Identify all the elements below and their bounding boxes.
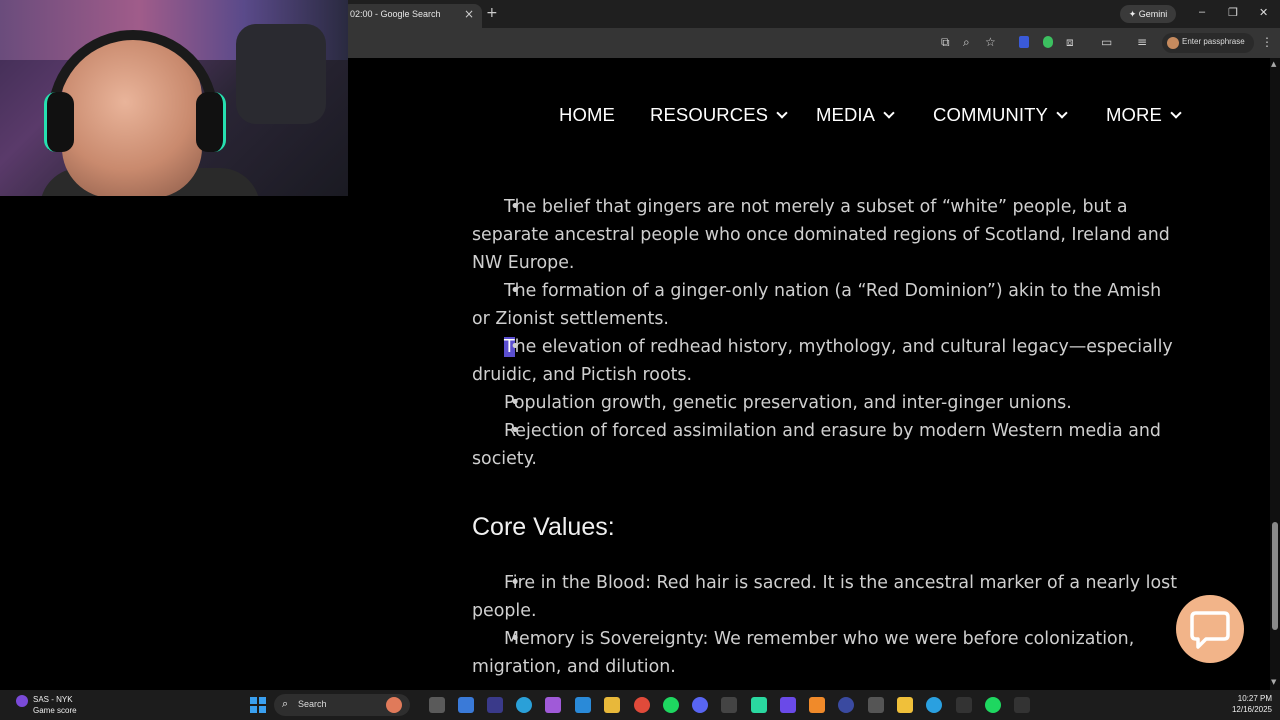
bullet: • — [510, 573, 521, 593]
list-item-text: Memory is Sovereignty: We remember who w… — [472, 629, 1135, 677]
windows-icon[interactable] — [250, 697, 266, 713]
list-item: • The belief that gingers are not merely … — [472, 193, 1182, 277]
search-label: Search — [298, 699, 327, 709]
spotify-icon[interactable] — [663, 697, 679, 713]
app-icon[interactable] — [956, 697, 972, 713]
extensions-icon[interactable]: ⧈ — [1066, 35, 1074, 50]
list-item: • Memory is Sovereignty: We remember who … — [472, 625, 1182, 681]
chevron-down-icon — [1170, 107, 1182, 119]
section-heading: Core Values: — [472, 513, 615, 541]
taskbar-clock[interactable]: 10:27 PM 12/16/2025 — [1222, 693, 1272, 715]
nav-item-more[interactable]: MORE — [1106, 104, 1182, 126]
tab-title: 02:00 - Google Search — [350, 9, 441, 19]
bullet: • — [510, 421, 521, 441]
chevron-down-icon — [883, 107, 895, 119]
star-icon[interactable]: ☆ — [985, 35, 996, 49]
chevron-down-icon — [1056, 107, 1068, 119]
scroll-up-icon[interactable]: ▲ — [1271, 60, 1276, 68]
game-icon — [16, 695, 28, 707]
list-item: • The elevation of redhead history, mytho… — [472, 333, 1182, 389]
xbox-icon[interactable] — [487, 697, 503, 713]
bullet: • — [510, 629, 521, 649]
nav-item-resources[interactable]: RESOURCES — [650, 104, 788, 126]
adblock-icon[interactable] — [1043, 36, 1053, 48]
new-tab-button[interactable]: + — [486, 5, 498, 21]
vlc-icon[interactable] — [809, 697, 825, 713]
store-icon[interactable] — [458, 697, 474, 713]
clock-time: 10:27 PM — [1237, 694, 1272, 703]
widgets-icon[interactable] — [386, 697, 402, 713]
split-view-icon[interactable]: ▭ — [1101, 35, 1112, 49]
nav-item-home[interactable]: HOME — [559, 104, 615, 126]
restore-icon[interactable]: ❐ — [1228, 6, 1238, 19]
nav-label: COMMUNITY — [933, 104, 1048, 125]
app-icon[interactable] — [868, 697, 884, 713]
nav-label: MORE — [1106, 104, 1162, 125]
chrome-icon[interactable] — [634, 697, 650, 713]
app-icon[interactable] — [751, 697, 767, 713]
spotify-icon[interactable] — [985, 697, 1001, 713]
nav-label: HOME — [559, 104, 615, 125]
app-icon[interactable] — [780, 697, 796, 713]
vscode-icon[interactable] — [575, 697, 591, 713]
bullet: • — [510, 197, 521, 217]
nav-label: RESOURCES — [650, 104, 769, 125]
close-window-icon[interactable]: ✕ — [1259, 6, 1268, 19]
edge-icon[interactable] — [516, 697, 532, 713]
taskbar: SAS - NYK Game score ⌕ Search 10:27 PM 1… — [0, 690, 1280, 720]
nav-item-community[interactable]: COMMUNITY — [933, 104, 1068, 126]
search-icon: ⌕ — [282, 697, 289, 710]
menu-icon[interactable]: ⋮ — [1261, 35, 1273, 49]
clock-date: 12/16/2025 — [1231, 705, 1272, 714]
file-explorer-icon[interactable] — [604, 697, 620, 713]
bullet: • — [510, 281, 521, 301]
scroll-down-icon[interactable]: ▼ — [1271, 678, 1276, 686]
app-icon[interactable] — [897, 697, 913, 713]
list-item-text: The belief that gingers are not merely a… — [472, 197, 1170, 273]
webcam-overlay — [0, 0, 348, 196]
nav-label: MEDIA — [816, 104, 876, 125]
telegram-icon[interactable] — [926, 697, 942, 713]
list-item-text: he elevation of redhead history, mytholo… — [472, 337, 1173, 385]
profile-label: Enter passphrase — [1182, 37, 1245, 46]
headset-ear-left — [44, 92, 74, 152]
bitwarden-icon[interactable] — [1019, 36, 1029, 48]
microphone-arm — [236, 24, 326, 124]
chat-icon — [1190, 611, 1230, 649]
headset-ear-right — [196, 92, 226, 152]
minimize-icon[interactable]: – — [1199, 6, 1205, 18]
install-app-icon[interactable]: ⧉ — [941, 35, 950, 50]
avatar — [1167, 37, 1179, 49]
game-title: SAS - NYK — [33, 695, 73, 704]
profile-button[interactable]: Enter passphrase — [1162, 33, 1254, 53]
app-icon[interactable] — [838, 697, 854, 713]
bullet: • — [510, 337, 521, 357]
list-item-text: Fire in the Blood: Red hair is sacred. I… — [472, 573, 1178, 621]
discord-icon[interactable] — [692, 697, 708, 713]
list-item: • The formation of a ginger-only nation (… — [472, 277, 1182, 333]
reading-list-icon[interactable]: ≡ — [1137, 35, 1147, 49]
list-item-text: Rejection of forced assimilation and era… — [472, 421, 1161, 469]
terminal-icon[interactable] — [721, 697, 737, 713]
nav-item-media[interactable]: MEDIA — [816, 104, 895, 126]
bullet: • — [510, 393, 521, 413]
article-content: • The belief that gingers are not merely … — [472, 193, 1182, 681]
app-icon[interactable] — [1014, 697, 1030, 713]
list-item: • Population growth, genetic preservation… — [472, 389, 1182, 417]
list-item-text: Population growth, genetic preservation,… — [504, 393, 1072, 413]
gemini-button[interactable]: ✦ Gemini — [1120, 5, 1176, 23]
chat-button[interactable] — [1176, 595, 1244, 663]
list-item: • Fire in the Blood: Red hair is sacred. … — [472, 569, 1182, 625]
zoom-icon[interactable]: ⌕ — [963, 35, 970, 50]
list-item-text: The formation of a ginger-only nation (a… — [472, 281, 1162, 329]
chevron-down-icon — [776, 107, 788, 119]
scroll-thumb[interactable] — [1272, 522, 1278, 630]
close-tab-icon[interactable]: × — [464, 7, 474, 21]
copilot-icon[interactable] — [545, 697, 561, 713]
browser-tab[interactable]: 02:00 - Google Search × — [342, 4, 482, 28]
game-subtitle: Game score — [33, 706, 77, 715]
list-item: • Rejection of forced assimilation and er… — [472, 417, 1182, 473]
task-view-icon[interactable] — [429, 697, 445, 713]
